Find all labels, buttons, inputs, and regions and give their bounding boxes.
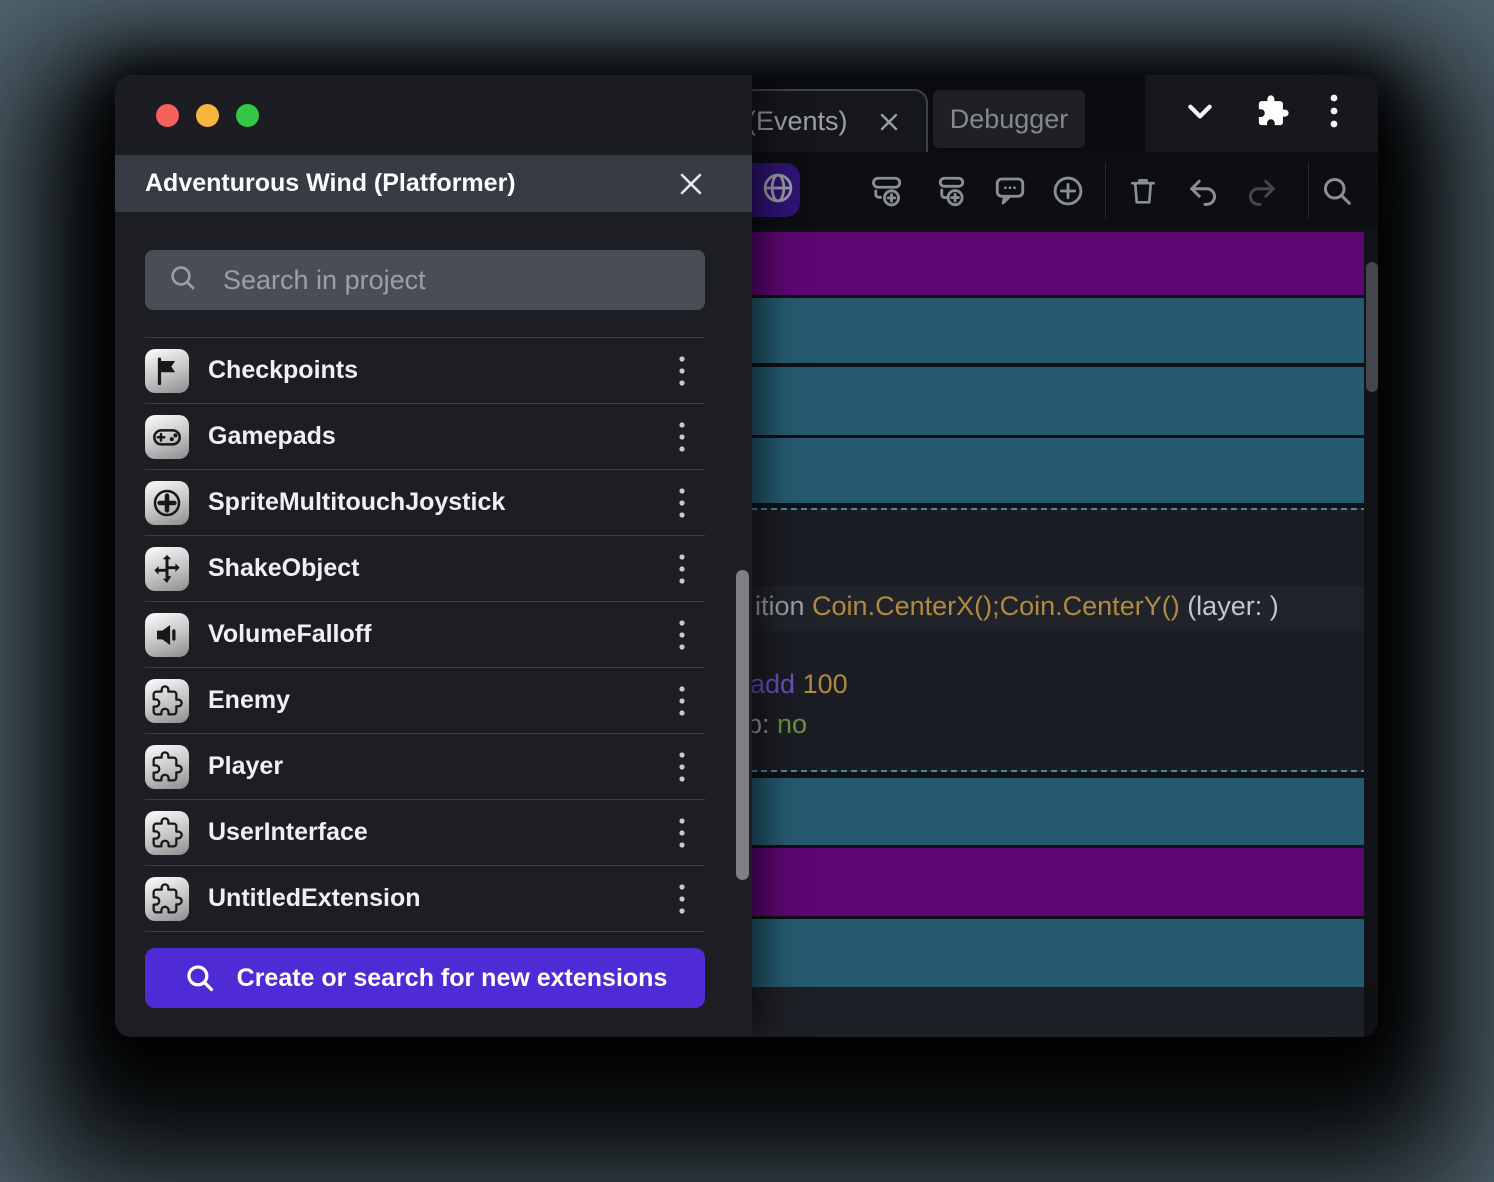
undo-button[interactable] xyxy=(1185,173,1221,209)
search-input[interactable] xyxy=(223,265,683,296)
code-fragment: no xyxy=(777,709,807,739)
search-icon xyxy=(167,262,199,299)
delete-button[interactable] xyxy=(1125,173,1161,209)
list-item[interactable]: Enemy xyxy=(145,668,705,734)
extensions-puzzle-icon[interactable] xyxy=(1256,94,1290,133)
speaker-icon xyxy=(145,613,189,657)
chevron-down-icon[interactable] xyxy=(1184,95,1216,132)
toolbar-divider xyxy=(1308,162,1309,218)
project-search xyxy=(145,250,705,310)
joystick-icon xyxy=(145,481,189,525)
search-events-button[interactable] xyxy=(1319,173,1355,209)
kebab-menu-icon[interactable] xyxy=(665,681,699,721)
code-fragment: (layer: ) xyxy=(1180,591,1279,621)
tabbar-controls xyxy=(1145,75,1378,152)
tab-debugger-label: Debugger xyxy=(950,104,1069,135)
extension-label: VolumeFalloff xyxy=(208,620,665,649)
panel-scrollbar[interactable] xyxy=(736,570,749,880)
search-icon xyxy=(183,961,217,995)
list-item[interactable]: UntitledExtension xyxy=(145,866,705,932)
redo-button[interactable] xyxy=(1244,173,1280,209)
event-code-line: ition Coin.CenterX();Coin.CenterY() (lay… xyxy=(755,588,1279,624)
create-extension-button[interactable]: Create or search for new extensions xyxy=(145,948,705,1008)
events-scrollbar[interactable] xyxy=(1366,262,1378,392)
kebab-menu-icon[interactable] xyxy=(665,813,699,853)
extension-label: UntitledExtension xyxy=(208,884,665,913)
list-item[interactable]: Checkpoints xyxy=(145,338,705,404)
kebab-menu-icon[interactable] xyxy=(665,747,699,787)
extension-label: Checkpoints xyxy=(208,356,665,385)
kebab-menu-icon[interactable] xyxy=(1329,91,1339,136)
minimize-window-button[interactable] xyxy=(196,104,219,127)
tab-debugger[interactable]: Debugger xyxy=(933,90,1085,148)
list-item[interactable]: Player xyxy=(145,734,705,800)
close-tab-icon[interactable] xyxy=(876,109,902,135)
extension-label: Player xyxy=(208,752,665,781)
code-fragment: ; xyxy=(992,591,1000,621)
gamepad-icon xyxy=(145,415,189,459)
kebab-menu-icon[interactable] xyxy=(665,549,699,589)
globe-icon xyxy=(760,170,796,211)
list-item[interactable]: VolumeFalloff xyxy=(145,602,705,668)
add-comment-button[interactable] xyxy=(992,173,1028,209)
list-item[interactable]: Gamepads xyxy=(145,404,705,470)
close-panel-icon[interactable] xyxy=(676,169,706,199)
list-item[interactable]: UserInterface xyxy=(145,800,705,866)
toolbar-divider xyxy=(1105,162,1106,218)
event-code-line: add 100 xyxy=(750,666,848,702)
extension-label: SpriteMultitouchJoystick xyxy=(208,488,665,517)
extension-label: ShakeObject xyxy=(208,554,665,583)
flag-icon xyxy=(145,349,189,393)
code-fragment: 100 xyxy=(803,669,848,699)
kebab-menu-icon[interactable] xyxy=(665,483,699,523)
window-titlebar xyxy=(115,75,752,155)
kebab-menu-icon[interactable] xyxy=(665,879,699,919)
project-manager-panel: Adventurous Wind (Platformer) Checkpoint… xyxy=(115,75,752,1037)
kebab-menu-icon[interactable] xyxy=(665,351,699,391)
puzzle-icon xyxy=(145,745,189,789)
extension-label: Gamepads xyxy=(208,422,665,451)
kebab-menu-icon[interactable] xyxy=(665,417,699,457)
code-fragment: Coin.CenterY() xyxy=(1000,591,1180,621)
close-window-button[interactable] xyxy=(156,104,179,127)
puzzle-icon xyxy=(145,877,189,921)
list-item[interactable]: SpriteMultitouchJoystick xyxy=(145,470,705,536)
create-extension-label: Create or search for new extensions xyxy=(237,964,668,993)
add-event-button[interactable] xyxy=(869,173,905,209)
move-arrows-icon xyxy=(145,547,189,591)
puzzle-icon xyxy=(145,811,189,855)
add-subevent-button[interactable] xyxy=(932,173,968,209)
list-item[interactable]: ShakeObject xyxy=(145,536,705,602)
code-fragment: Coin.CenterX() xyxy=(812,591,992,621)
panel-header: Adventurous Wind (Platformer) xyxy=(115,155,752,212)
kebab-menu-icon[interactable] xyxy=(665,615,699,655)
extension-label: UserInterface xyxy=(208,818,665,847)
tab-events-label: (Events) xyxy=(747,106,848,137)
code-fragment: add xyxy=(750,669,803,699)
code-fragment: ition xyxy=(755,591,812,621)
zoom-window-button[interactable] xyxy=(236,104,259,127)
add-circle-button[interactable] xyxy=(1050,173,1086,209)
panel-title: Adventurous Wind (Platformer) xyxy=(145,169,676,198)
extension-label: Enemy xyxy=(208,686,665,715)
gdevelop-window: (Events) Debugger xyxy=(115,75,1378,1037)
extensions-list: Checkpoints Gamepads SpriteMultitouchJoy… xyxy=(145,337,705,932)
puzzle-icon xyxy=(145,679,189,723)
event-code-line: p: no xyxy=(747,706,807,742)
